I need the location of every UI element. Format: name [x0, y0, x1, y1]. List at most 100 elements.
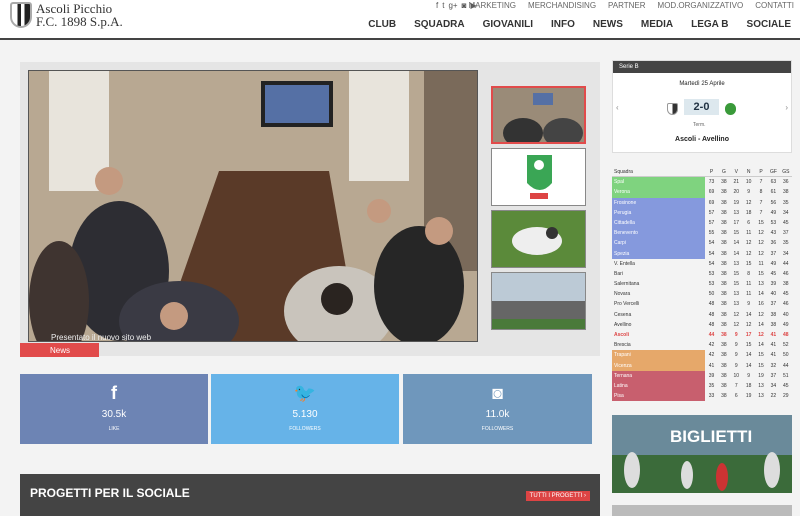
match-score[interactable]: 2-0 — [684, 99, 719, 115]
standings-cell: 38 — [721, 342, 727, 349]
standings-cell: 46 — [783, 301, 789, 308]
slider-thumb-serie-b[interactable] — [491, 148, 586, 206]
standings-row[interactable]: Cittadella 57 38 17 6 15 53 45 — [612, 217, 792, 229]
standings-row[interactable]: Brescia 42 38 9 15 14 41 52 — [612, 340, 792, 350]
standings-cell: 15 — [758, 219, 764, 226]
standings-cell: 39 — [770, 281, 777, 288]
top-link-contatti[interactable]: CONTATTI — [749, 0, 800, 11]
instagram-icon: ◙ — [492, 383, 503, 403]
match-teams[interactable]: Ascoli - Avellino — [613, 136, 791, 143]
nav-news[interactable]: NEWS — [584, 18, 632, 32]
facebook-icon[interactable]: f — [436, 1, 438, 10]
slider-main-image[interactable]: Presentato il nuovo sito web — [28, 70, 478, 342]
standings-cell: 57 — [708, 219, 715, 226]
standings-cell: 37 — [783, 230, 789, 237]
club-name[interactable]: Ascoli Picchio F.C. 1898 S.p.A. — [36, 2, 123, 28]
standings-row[interactable]: Pro Vercelli 48 38 13 9 16 37 46 — [612, 299, 792, 309]
standings-cell: 38 — [721, 250, 727, 257]
standings-row[interactable]: Vicenza 41 38 9 14 15 32 44 — [612, 360, 792, 371]
news-category-tag[interactable]: News — [20, 343, 99, 357]
sidebar-banner-partial — [612, 505, 792, 516]
facebook-box[interactable]: f 30.5k LIKE — [20, 374, 208, 444]
standings-cell: 19 — [733, 199, 740, 206]
serie-b-logo-icon — [492, 149, 585, 205]
standings-table: Squadra P G V N P GF GS Spal 73 38 21 10 7 63 3… — [612, 167, 792, 402]
standings-team-name: Ternana — [612, 370, 706, 381]
slider-thumb-meeting[interactable] — [491, 86, 586, 144]
nav-giovanili[interactable]: GIOVANILI — [474, 18, 542, 32]
standings-cell: 35 — [783, 199, 789, 206]
nav-media[interactable]: MEDIA — [632, 18, 682, 32]
standings-row[interactable]: Cesena 48 38 12 14 12 38 40 — [612, 310, 792, 320]
standings-cell: 21 — [733, 179, 740, 186]
standings-team-name: Perugia — [612, 207, 706, 218]
header-lost: P — [759, 169, 763, 175]
slider-thumb-stadium[interactable] — [491, 272, 586, 330]
standings-team-name: Trapani — [612, 350, 706, 361]
standings-row[interactable]: Pisa 33 38 6 19 13 22 29 — [612, 391, 792, 402]
standings-cell: 41 — [770, 342, 777, 349]
standings-header: Squadra P G V N P GF GS — [612, 167, 792, 178]
nav-info[interactable]: INFO — [542, 18, 584, 32]
standings-row[interactable]: Spal 73 38 21 10 7 63 36 — [612, 177, 792, 188]
standings-cell: 38 — [721, 362, 727, 369]
slider-thumb-goalkeeper[interactable] — [491, 210, 586, 268]
standings-row[interactable]: Carpi 54 38 14 12 12 36 35 — [612, 238, 792, 249]
standings-row[interactable]: Frosinone 69 38 19 12 7 56 35 — [612, 197, 792, 208]
standings-cell: 11 — [746, 291, 752, 298]
standings-cell: 12 — [745, 321, 752, 328]
instagram-box[interactable]: ◙ 11.0k FOLLOWERS — [403, 374, 592, 444]
standings-row[interactable]: V. Entella 54 38 13 15 11 49 44 — [612, 259, 792, 269]
top-link-mod-organizzativo[interactable]: MOD.ORGANIZZATIVO — [652, 0, 750, 11]
standings-row[interactable]: Salernitana 53 38 15 11 13 39 38 — [612, 279, 792, 289]
standings-cell: 53 — [708, 270, 715, 277]
standings-row[interactable]: Novara 50 38 13 11 14 40 45 — [612, 289, 792, 299]
standings-cell: 57 — [708, 209, 715, 216]
nav-club[interactable]: CLUB — [359, 18, 405, 32]
standings-row[interactable]: Ternana 39 38 10 9 19 37 51 — [612, 370, 792, 381]
standings-row[interactable]: Latina 35 38 7 18 13 34 45 — [612, 380, 792, 392]
standings-cell: 18 — [745, 382, 752, 389]
nav-lega-b[interactable]: LEGA B — [682, 18, 737, 32]
standings-cell: 41 — [770, 352, 777, 359]
standings-row[interactable]: Avellino 48 38 12 12 14 38 49 — [612, 320, 792, 330]
instagram-label: FOLLOWERS — [481, 426, 514, 432]
twitter-icon[interactable]: t — [442, 1, 444, 10]
standings-row[interactable]: Perugia 57 38 13 18 7 49 34 — [612, 207, 792, 218]
standings-cell: 38 — [721, 281, 727, 288]
prev-match-arrow-icon[interactable]: ‹ — [616, 103, 619, 112]
next-match-arrow-icon[interactable]: › — [785, 103, 788, 112]
standings-row[interactable]: Verona 69 38 20 9 8 61 38 — [612, 187, 792, 198]
all-projects-button[interactable]: TUTTI I PROGETTI › — [525, 491, 590, 501]
google-plus-icon[interactable]: g+ — [448, 1, 457, 10]
twitter-box[interactable]: 🐦 5.130 FOLLOWERS — [211, 374, 399, 444]
standings-row[interactable]: Trapani 42 38 9 14 15 41 50 — [612, 350, 792, 361]
standings-cell: 19 — [745, 393, 752, 400]
standings-cell: 13 — [758, 382, 764, 389]
standings-cell: 13 — [758, 393, 764, 400]
top-link-partner[interactable]: PARTNER — [602, 0, 652, 11]
standings-cell: 48 — [708, 311, 715, 318]
standings-cell: 14 — [758, 321, 764, 328]
standings-row[interactable]: Ascoli 44 38 9 17 12 41 48 — [612, 330, 792, 340]
standings-cell: 45 — [783, 382, 789, 389]
top-link-marketing[interactable]: MARKETING — [462, 0, 522, 11]
standings-row[interactable]: Benevento 55 38 15 11 12 43 37 — [612, 228, 792, 239]
standings-team-name: Spezia — [612, 248, 706, 259]
standings-row[interactable]: Bari 53 38 15 8 15 45 46 — [612, 269, 792, 279]
standings-row[interactable]: Spezia 54 38 14 12 12 37 34 — [612, 248, 792, 259]
standings-cell: 11 — [746, 281, 752, 288]
standings-cell: 54 — [708, 260, 715, 267]
nav-sociale[interactable]: SOCIALE — [738, 18, 800, 32]
standings-team-name: Salernitana — [614, 281, 640, 288]
site-header: Ascoli Picchio F.C. 1898 S.p.A. f t g+ ◙… — [0, 0, 800, 40]
standings-cell: 38 — [721, 393, 727, 400]
standings-cell: 37 — [770, 301, 777, 308]
standings-cell: 45 — [770, 270, 777, 277]
club-crest-logo[interactable] — [10, 2, 32, 28]
nav-squadra[interactable]: SQUADRA — [405, 18, 474, 32]
standings-cell: 69 — [708, 189, 715, 196]
top-link-merchandising[interactable]: MERCHANDISING — [522, 0, 602, 11]
tickets-banner[interactable]: BIGLIETTI — [612, 415, 792, 493]
standings-team-name: Cesena — [614, 311, 632, 318]
